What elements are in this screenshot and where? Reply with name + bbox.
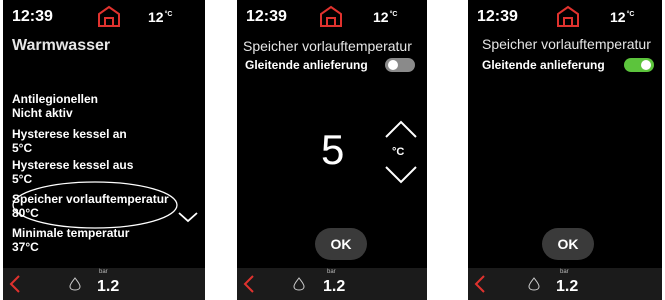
pressure-unit: bar — [99, 269, 108, 275]
toggle-label: Gleitende anlieferung — [482, 58, 605, 72]
home-icon[interactable] — [95, 4, 123, 28]
outdoor-temp: 12°C — [148, 9, 173, 25]
back-arrow-icon[interactable] — [243, 274, 255, 294]
decrease-chevron-icon[interactable] — [383, 164, 419, 186]
bottom-bar: bar 1.2 — [468, 268, 662, 300]
home-icon[interactable] — [317, 4, 345, 28]
status-bar: 12:39 12°C — [237, 0, 427, 30]
back-arrow-icon[interactable] — [474, 274, 486, 294]
ok-button[interactable]: OK — [542, 228, 594, 260]
increase-chevron-icon[interactable] — [383, 118, 419, 140]
toggle-label: Gleitende anlieferung — [245, 58, 368, 72]
menu-item-antilegionellen[interactable]: Antilegionellen Nicht aktiv — [12, 92, 98, 120]
toggle-knob — [388, 60, 398, 70]
pressure-unit: bar — [327, 269, 336, 275]
pressure-value: 1.2 — [323, 278, 346, 295]
clock: 12:39 — [12, 8, 53, 25]
clock: 12:39 — [477, 8, 518, 25]
clock: 12:39 — [246, 8, 287, 25]
status-bar: 12:39 12°C — [3, 0, 205, 30]
status-bar: 12:39 12°C — [468, 0, 662, 30]
unit-label: °C — [392, 146, 405, 158]
menu-item-hysterese-an[interactable]: Hysterese kessel an 5°C — [12, 127, 127, 155]
scroll-down-chevron-icon[interactable] — [177, 210, 199, 224]
bottom-bar: bar 1.2 — [3, 268, 205, 300]
page-title: Speicher vorlauftemperatur — [243, 38, 412, 54]
outdoor-temp: 12°C — [610, 9, 635, 25]
pressure-value: 1.2 — [97, 278, 120, 295]
flame-icon — [69, 277, 81, 291]
ok-button[interactable]: OK — [315, 228, 367, 260]
pressure-value: 1.2 — [556, 278, 579, 295]
home-icon[interactable] — [554, 4, 582, 28]
highlight-oval — [12, 181, 178, 229]
page-title: Warmwasser — [12, 37, 111, 54]
gleitende-toggle-off[interactable] — [385, 58, 415, 72]
back-arrow-icon[interactable] — [9, 274, 21, 294]
setpoint-value: 5 — [321, 126, 345, 173]
page-title: Speicher vorlauftemperatur — [482, 36, 651, 52]
screen-speicher-edit: 12:39 12°C Speicher vorlauftemperatur Gl… — [237, 0, 427, 300]
outdoor-temp: 12°C — [373, 9, 398, 25]
menu-item-minimale-temperatur[interactable]: Minimale temperatur 37°C — [12, 226, 129, 254]
toggle-knob — [641, 60, 651, 70]
screen-warmwasser-menu: 12:39 12°C Warmwasser Antilegionellen Ni… — [3, 0, 205, 300]
flame-icon — [293, 277, 305, 291]
pressure-unit: bar — [560, 269, 569, 275]
gleitende-toggle-on[interactable] — [624, 58, 654, 72]
flame-icon — [528, 277, 540, 291]
screen-speicher-toggle-on: 12:39 12°C Speicher vorlauftemperatur Gl… — [468, 0, 662, 300]
bottom-bar: bar 1.2 — [237, 268, 427, 300]
